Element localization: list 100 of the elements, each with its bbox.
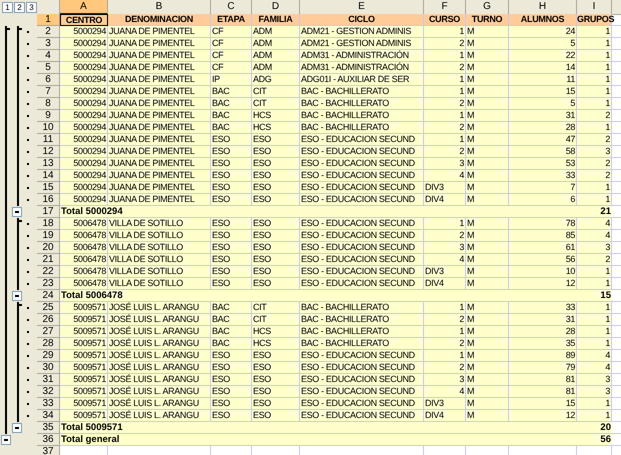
table-cell: 1	[577, 38, 612, 50]
row-header[interactable]: 5	[37, 62, 60, 74]
table-cell: ESO	[252, 410, 300, 422]
row-header[interactable]: 33	[37, 398, 60, 410]
table-cell: 5009571	[60, 374, 108, 386]
row-header[interactable]: 15	[37, 182, 60, 194]
row-header[interactable]: 1	[37, 14, 60, 26]
row-header[interactable]: 4	[37, 50, 60, 62]
column-header[interactable]: B	[108, 0, 211, 15]
collapse-button[interactable]	[12, 207, 22, 217]
row-header[interactable]: 28	[37, 338, 60, 350]
row-header[interactable]: 16	[37, 194, 60, 206]
row-header[interactable]: 25	[37, 302, 60, 314]
table-cell: BAC - BACHILLERATO	[300, 86, 424, 98]
table-cell: 5000294	[60, 98, 108, 110]
table-cell: M	[466, 326, 509, 338]
table-cell: JUANA DE PIMENTEL	[108, 38, 211, 50]
column-header[interactable]: I	[577, 0, 612, 15]
total-label: Total general	[61, 434, 120, 445]
table-cell: 5000294	[60, 122, 108, 134]
row-header[interactable]: 13	[37, 158, 60, 170]
table-cell: ESO	[252, 266, 300, 278]
table-cell: 1	[424, 350, 466, 362]
table-cell: JOSÉ LUIS L. ARANGU	[108, 398, 211, 410]
row-header[interactable]: 35	[37, 422, 60, 434]
outline-level-button[interactable]: 1	[2, 2, 13, 13]
row-header[interactable]: 24	[37, 290, 60, 302]
table-cell: 2	[424, 362, 466, 374]
row-header[interactable]: 26	[37, 314, 60, 326]
table-cell: ESO	[211, 146, 252, 158]
row-header[interactable]: 14	[37, 170, 60, 182]
table-cell: JUANA DE PIMENTEL	[108, 74, 211, 86]
table-cell: ESO - EDUCACION SECUND	[300, 386, 424, 398]
column-header[interactable]: H	[509, 0, 577, 15]
table-cell: ESO	[252, 158, 300, 170]
row-header[interactable]: 30	[37, 362, 60, 374]
row-header[interactable]: 17	[37, 206, 60, 218]
row-header[interactable]: 19	[37, 230, 60, 242]
table-cell: 2	[424, 338, 466, 350]
row-header[interactable]: 18	[37, 218, 60, 230]
row-header[interactable]: 34	[37, 410, 60, 422]
row-header[interactable]: 23	[37, 278, 60, 290]
column-header[interactable]: D	[252, 0, 300, 15]
table-cell: CF	[211, 26, 252, 38]
table-cell: DIV4	[424, 410, 466, 422]
table-cell: BAC - BACHILLERATO	[300, 122, 424, 134]
table-cell: ESO	[252, 278, 300, 290]
table-cell: VILLA DE SOTILLO	[108, 266, 211, 278]
row-header[interactable]: 6	[37, 74, 60, 86]
row-header[interactable]: 10	[37, 122, 60, 134]
table-cell: BAC	[211, 98, 252, 110]
table-cell: 5009571	[60, 350, 108, 362]
table-cell: 2	[577, 110, 612, 122]
table-cell: 33	[509, 302, 577, 314]
table-cell: 58	[509, 146, 577, 158]
table-cell: 1	[577, 398, 612, 410]
table-cell: ESO	[211, 194, 252, 206]
row-header[interactable]: 31	[37, 374, 60, 386]
row-header[interactable]: 21	[37, 254, 60, 266]
table-cell: M	[466, 170, 509, 182]
row-header[interactable]: 12	[37, 146, 60, 158]
column-header[interactable]: C	[211, 0, 252, 15]
collapse-button[interactable]	[12, 291, 22, 301]
row-header[interactable]: 20	[37, 242, 60, 254]
row-header[interactable]: 3	[37, 38, 60, 50]
table-cell: 5009571	[60, 398, 108, 410]
table-cell: ESO	[211, 350, 252, 362]
table-cell: 5009571	[60, 326, 108, 338]
table-cell: VILLA DE SOTILLO	[108, 218, 211, 230]
outline-level-button[interactable]: 3	[26, 2, 37, 13]
row-header[interactable]: 29	[37, 350, 60, 362]
column-header[interactable]: F	[424, 0, 466, 15]
table-cell: M	[466, 146, 509, 158]
table-header: CURSO	[424, 14, 466, 26]
table-header: FAMILIA	[252, 14, 300, 26]
row-header[interactable]: 22	[37, 266, 60, 278]
column-header[interactable]: G	[466, 0, 509, 15]
row-header[interactable]: 36	[37, 434, 60, 446]
table-cell: 5	[509, 38, 577, 50]
table-cell: JUANA DE PIMENTEL	[108, 146, 211, 158]
collapse-button[interactable]	[1, 435, 11, 445]
table-cell: CF	[211, 62, 252, 74]
table-cell: JUANA DE PIMENTEL	[108, 158, 211, 170]
row-header[interactable]: 32	[37, 386, 60, 398]
row-header[interactable]: 2	[37, 26, 60, 38]
row-header[interactable]: 9	[37, 110, 60, 122]
column-header[interactable]: A	[60, 0, 108, 15]
row-header[interactable]: 27	[37, 326, 60, 338]
outline-level-button[interactable]: 2	[14, 2, 25, 13]
table-cell: ESO - EDUCACION SECUND	[300, 158, 424, 170]
row-header[interactable]: 37	[37, 446, 60, 455]
row-header[interactable]: 11	[37, 134, 60, 146]
row-header[interactable]: 7	[37, 86, 60, 98]
collapse-button[interactable]	[12, 423, 22, 433]
table-cell: 1	[424, 218, 466, 230]
column-header[interactable]: E	[300, 0, 424, 15]
row-header[interactable]: 8	[37, 98, 60, 110]
table-cell: 5006478	[60, 218, 108, 230]
table-cell: ESO	[252, 194, 300, 206]
table-cell: 5009571	[60, 410, 108, 422]
